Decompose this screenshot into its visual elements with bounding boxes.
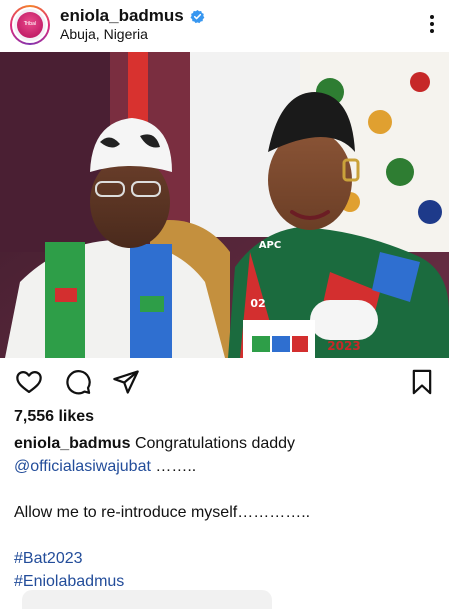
caption-username[interactable]: eniola_badmus bbox=[14, 435, 130, 452]
caption-line-3: Allow me to re-introduce myself………….. bbox=[14, 504, 311, 521]
caption-line-2: @officialasiwajubat …….. bbox=[14, 455, 439, 478]
caption-text: Congratulations daddy bbox=[134, 435, 296, 452]
dress-apc-text: APC bbox=[259, 240, 281, 251]
avatar-logo: Tribal bbox=[17, 12, 43, 38]
avatar-text: Tribal bbox=[23, 21, 37, 27]
heart-icon[interactable] bbox=[15, 368, 43, 396]
hashtag-bat2023[interactable]: #Bat2023 bbox=[14, 547, 439, 570]
photo-image: 2023 02 APC bbox=[0, 52, 449, 358]
post-header: Tribal eniola_badmus Abuja, Nigeria bbox=[0, 0, 449, 52]
verified-icon bbox=[190, 9, 205, 23]
post-photo[interactable]: 2023 02 APC bbox=[0, 52, 449, 358]
action-bar bbox=[0, 366, 449, 400]
dress-partial-year: 02 bbox=[250, 297, 265, 310]
avatar[interactable]: Tribal bbox=[10, 5, 50, 45]
comment-preview[interactable] bbox=[22, 590, 272, 609]
mention-suffix: …….. bbox=[150, 458, 197, 475]
comment-icon[interactable] bbox=[64, 368, 92, 396]
caption: eniola_badmus Congratulations daddy @off… bbox=[14, 432, 439, 593]
bookmark-icon[interactable] bbox=[408, 368, 436, 396]
share-icon[interactable] bbox=[112, 368, 140, 396]
caption-line-1: eniola_badmus Congratulations daddy bbox=[14, 432, 439, 455]
likes-count[interactable]: 7,556 likes bbox=[14, 408, 94, 426]
mention-link[interactable]: @officialasiwajubat bbox=[14, 458, 151, 475]
badge-year: 2023 bbox=[327, 339, 360, 353]
location-link[interactable]: Abuja, Nigeria bbox=[60, 26, 148, 42]
more-icon[interactable] bbox=[429, 14, 435, 34]
username[interactable]: eniola_badmus bbox=[60, 6, 184, 26]
